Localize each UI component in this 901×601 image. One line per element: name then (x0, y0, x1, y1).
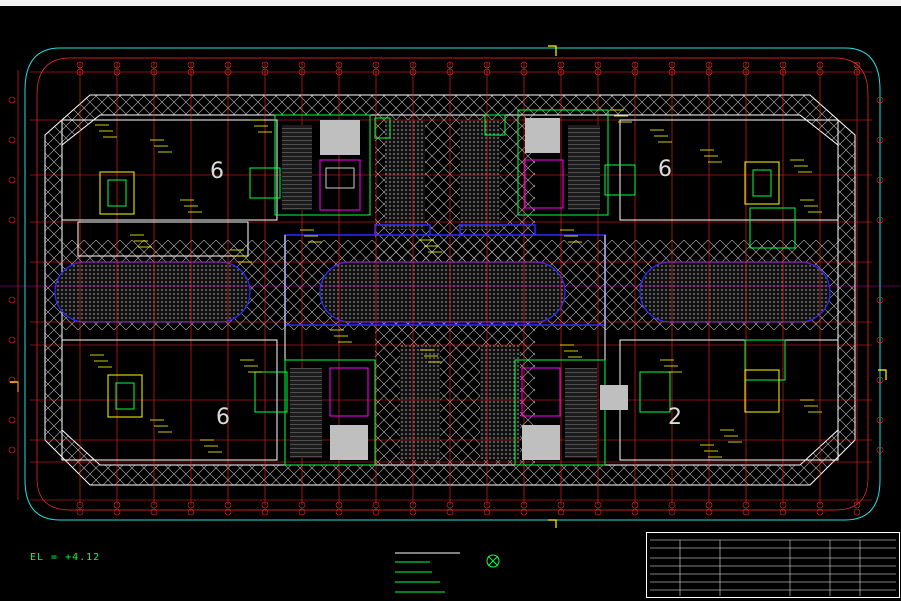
central-zone-left (54, 261, 251, 323)
title-block (646, 532, 900, 598)
zone-number-top-right: 6 (658, 157, 672, 182)
zone-number-bottom-right: 2 (668, 405, 682, 430)
zone-number-bottom-left: 6 (216, 405, 230, 430)
grid-bubble (8, 176, 16, 184)
central-zone-mid (319, 261, 566, 323)
grid-bubble (8, 96, 16, 104)
drawing-legend (395, 552, 460, 593)
grid-bubble (8, 216, 16, 224)
central-zone-right (639, 261, 831, 323)
floor-plan-drawing[interactable]: 6 6 6 2 (0, 0, 901, 601)
elevation-label: EL = +4.12 (30, 552, 101, 563)
grid-bubble (8, 136, 16, 144)
cad-viewport[interactable]: 6 6 6 2 EL = +4.12 (0, 0, 901, 601)
grid-bubble (8, 416, 16, 424)
grid-bubble (8, 336, 16, 344)
grid-bubble (8, 446, 16, 454)
zone-number-top-left: 6 (210, 159, 224, 184)
north-arrow-icon (486, 554, 500, 568)
grid-bubble (8, 296, 16, 304)
grid-bubble (853, 508, 861, 516)
